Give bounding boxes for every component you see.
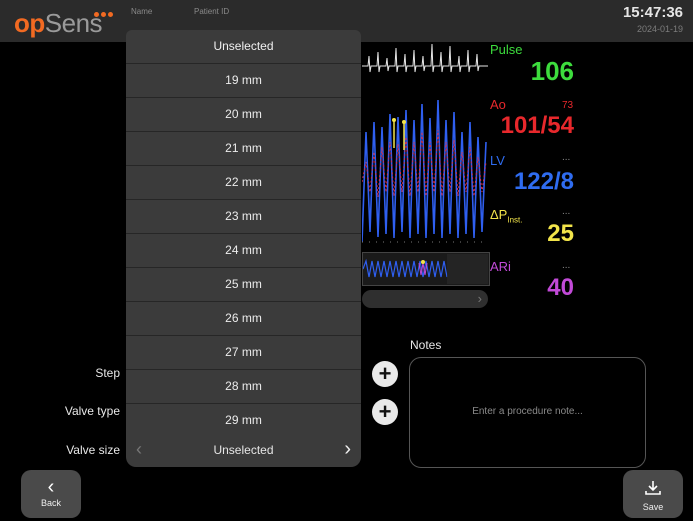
- back-chevron-icon: ‹: [47, 476, 55, 498]
- dropdown-option-19mm[interactable]: 19 mm: [126, 64, 361, 98]
- pressure-waveform: [362, 99, 488, 243]
- ari-value: 40: [547, 274, 574, 301]
- chevron-right-icon[interactable]: ›: [478, 291, 482, 306]
- dropdown-option-23mm[interactable]: 23 mm: [126, 200, 361, 234]
- notes-placeholder: Enter a procedure note...: [472, 406, 583, 417]
- ecg-waveform: [362, 43, 488, 73]
- ari-small-value: ...: [562, 260, 571, 271]
- dropdown-option-29mm[interactable]: 29 mm: [126, 404, 361, 436]
- dropdown-option-unselected[interactable]: Unselected: [126, 30, 361, 64]
- notes-label: Notes: [410, 338, 442, 352]
- dropdown-option-25mm[interactable]: 25 mm: [126, 268, 361, 302]
- ao-label: Ao: [490, 97, 506, 112]
- add-valve-type-button[interactable]: +: [372, 399, 398, 425]
- ao-small-value: 73: [562, 100, 574, 111]
- valve-size-value: Unselected: [213, 443, 274, 457]
- dp-small-value: ...: [562, 206, 571, 217]
- lv-value: 122/8: [513, 168, 574, 195]
- step-label: Step: [95, 366, 120, 380]
- back-button[interactable]: ‹ Back: [21, 470, 81, 518]
- opsens-logo: opSens: [14, 8, 103, 39]
- chevron-right-icon[interactable]: ›: [344, 438, 351, 461]
- dropdown-option-24mm[interactable]: 24 mm: [126, 234, 361, 268]
- back-label: Back: [40, 498, 61, 508]
- save-download-icon: [623, 474, 683, 504]
- plus-icon: +: [378, 361, 392, 386]
- logo-op-text: op: [14, 8, 45, 38]
- lv-label: LV: [490, 153, 505, 168]
- clock-date: 2024-01-19: [636, 24, 683, 34]
- valve-size-dropdown[interactable]: Unselected 19 mm 20 mm 21 mm 22 mm 23 mm…: [126, 30, 361, 436]
- logo-dots-icon: [94, 12, 116, 22]
- dropdown-option-20mm[interactable]: 20 mm: [126, 98, 361, 132]
- lv-small-value: ...: [562, 152, 571, 163]
- valve-type-label: Valve type: [64, 404, 120, 418]
- add-step-button[interactable]: +: [372, 361, 398, 387]
- ari-label: ARi: [490, 259, 511, 274]
- dropdown-option-28mm[interactable]: 28 mm: [126, 370, 361, 404]
- ari-strip: [362, 252, 490, 286]
- pulse-label: Pulse: [490, 42, 523, 57]
- dropdown-option-21mm[interactable]: 21 mm: [126, 132, 361, 166]
- save-button[interactable]: Save: [623, 470, 683, 518]
- valve-size-selector[interactable]: ‹ Unselected ›: [126, 434, 361, 467]
- dp-value: 25: [547, 220, 574, 247]
- waveform-scrollbar[interactable]: ›: [362, 290, 488, 308]
- dropdown-option-26mm[interactable]: 26 mm: [126, 302, 361, 336]
- patient-id-label: Patient ID: [194, 7, 230, 16]
- ao-value: 101/54: [500, 112, 574, 139]
- clock-time: 15:47:36: [622, 4, 683, 21]
- pulse-value: 106: [530, 56, 574, 86]
- procedure-note-input[interactable]: Enter a procedure note...: [409, 357, 646, 468]
- name-label: Name: [131, 7, 153, 16]
- dp-label-main: ΔP: [490, 207, 508, 222]
- save-label: Save: [642, 502, 664, 512]
- plus-icon: +: [378, 399, 392, 424]
- dropdown-option-27mm[interactable]: 27 mm: [126, 336, 361, 370]
- dropdown-option-22mm[interactable]: 22 mm: [126, 166, 361, 200]
- valve-size-label: Valve size: [66, 443, 120, 457]
